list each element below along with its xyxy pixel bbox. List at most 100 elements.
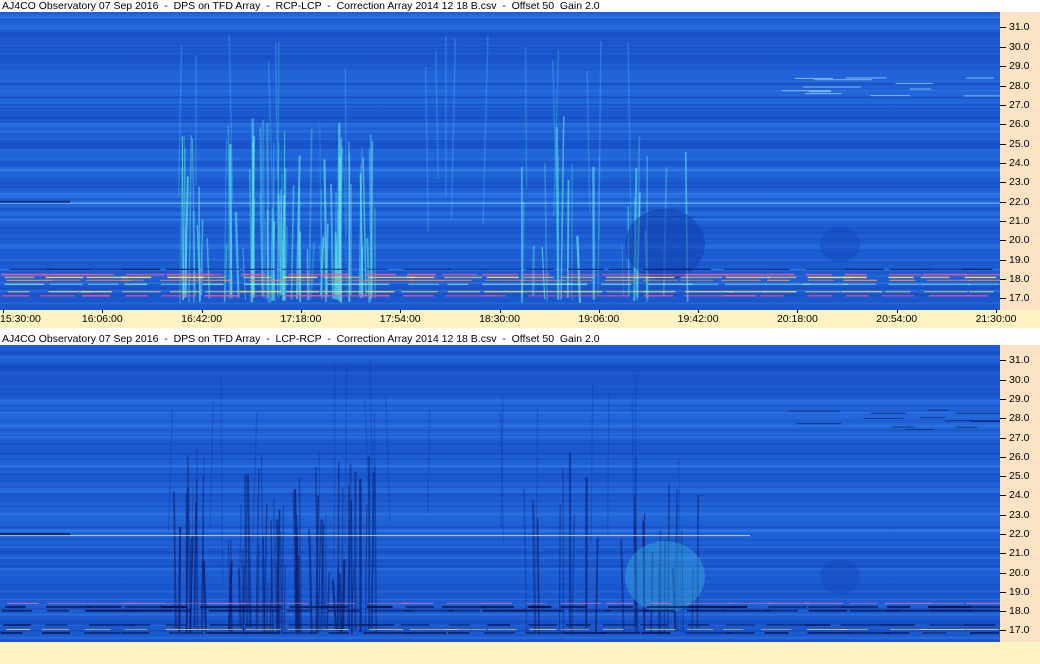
interference-line bbox=[885, 291, 911, 293]
interference-line bbox=[280, 632, 317, 634]
noise-band bbox=[0, 593, 1000, 596]
interference-line bbox=[481, 268, 522, 270]
interference-line bbox=[969, 605, 1000, 609]
noise-band bbox=[0, 157, 1000, 160]
freq-tick bbox=[1000, 124, 1006, 126]
noise-band bbox=[0, 213, 1000, 216]
interference-line bbox=[846, 295, 869, 297]
interference-line bbox=[240, 609, 280, 612]
freq-tick-label: 25.0 bbox=[1009, 137, 1030, 150]
noise-band bbox=[0, 555, 1000, 557]
interference-line bbox=[843, 276, 867, 279]
interference-line bbox=[721, 279, 761, 281]
noise-band bbox=[0, 286, 1000, 290]
time-tick-label: 18:30:00 bbox=[479, 313, 520, 325]
noise-band bbox=[0, 439, 1000, 443]
interference-line bbox=[764, 632, 789, 634]
freq-tick-label: 24.0 bbox=[1009, 489, 1030, 502]
dark-band bbox=[0, 140, 1000, 150]
noise-band bbox=[0, 136, 1000, 137]
freq-tick-label: 22.0 bbox=[1009, 195, 1030, 208]
bottom-chart-title: AJ4CO Observatory 07 Sep 2016 - DPS on T… bbox=[2, 333, 600, 345]
noise-band bbox=[0, 299, 1000, 301]
interference-line bbox=[520, 291, 566, 293]
interference-line bbox=[761, 629, 792, 630]
interference-line bbox=[724, 283, 767, 285]
interference-line bbox=[484, 279, 527, 281]
interference-line bbox=[840, 291, 883, 293]
interference-line bbox=[522, 279, 567, 281]
burst-streak bbox=[531, 500, 537, 632]
interference-line bbox=[167, 276, 205, 279]
interference-line bbox=[84, 632, 121, 634]
interference-line bbox=[166, 268, 199, 270]
interference-line bbox=[448, 268, 484, 270]
interference-line bbox=[86, 276, 128, 279]
noise-band bbox=[0, 461, 1000, 464]
interference-line bbox=[685, 291, 734, 293]
interference-line bbox=[685, 602, 735, 604]
burst-streak bbox=[281, 505, 285, 632]
interference-line bbox=[566, 295, 611, 297]
freq-tick bbox=[1000, 240, 1006, 242]
interference-line bbox=[644, 629, 676, 630]
interference-line bbox=[242, 605, 282, 609]
interference-line bbox=[485, 295, 506, 297]
freq-tick bbox=[1000, 143, 1006, 145]
interference-line bbox=[688, 283, 719, 285]
interference-line bbox=[445, 629, 487, 630]
interference-line bbox=[205, 279, 232, 281]
interference-line bbox=[888, 273, 922, 276]
narrowband-line bbox=[794, 77, 834, 79]
narrowband-line bbox=[963, 95, 1000, 97]
freq-tick bbox=[1000, 418, 1006, 420]
interference-line bbox=[400, 624, 430, 626]
narrowband-line bbox=[904, 429, 934, 431]
noise-band bbox=[0, 483, 1000, 485]
interference-line bbox=[683, 295, 727, 297]
interference-line bbox=[889, 268, 930, 270]
interference-line bbox=[209, 624, 243, 626]
noise-band bbox=[0, 489, 1000, 492]
interference-line bbox=[767, 279, 790, 281]
interference-line bbox=[46, 605, 92, 609]
interference-line bbox=[888, 283, 920, 285]
burst-streak bbox=[323, 232, 326, 298]
narrowband-line bbox=[845, 77, 887, 79]
interference-line bbox=[327, 283, 366, 285]
interference-line bbox=[842, 283, 876, 285]
interference-line bbox=[40, 295, 75, 297]
noise-band bbox=[0, 25, 1000, 27]
interference-line bbox=[806, 268, 848, 270]
interference-line bbox=[966, 295, 989, 297]
interference-line bbox=[449, 624, 470, 626]
interference-line bbox=[641, 632, 671, 634]
interference-line bbox=[522, 283, 573, 285]
interference-line bbox=[41, 629, 69, 630]
interference-line bbox=[129, 624, 151, 626]
interference-line bbox=[240, 291, 282, 293]
burst-streak bbox=[342, 559, 346, 629]
interference-line bbox=[243, 602, 285, 604]
interference-line bbox=[49, 283, 83, 285]
time-tick-label: 20:18:00 bbox=[776, 313, 818, 325]
noise-band bbox=[0, 130, 1000, 133]
interference-line bbox=[608, 295, 629, 297]
burst-streak bbox=[523, 489, 528, 634]
noise-band bbox=[0, 18, 1000, 21]
narrowband-line bbox=[0, 200, 70, 203]
interference-line bbox=[807, 279, 834, 281]
interference-line bbox=[320, 605, 349, 609]
burst-streak bbox=[280, 531, 282, 631]
interference-line bbox=[768, 268, 790, 270]
interference-line bbox=[160, 279, 211, 281]
interference-line bbox=[45, 276, 84, 279]
interference-line bbox=[646, 605, 695, 609]
interference-line bbox=[207, 602, 246, 604]
interference-line bbox=[760, 295, 784, 297]
interference-line bbox=[683, 273, 730, 276]
time-tick-label: 21:30:00 bbox=[975, 313, 1017, 325]
interference-line bbox=[363, 632, 413, 634]
noise-band bbox=[0, 200, 1000, 203]
interference-line bbox=[841, 605, 878, 609]
